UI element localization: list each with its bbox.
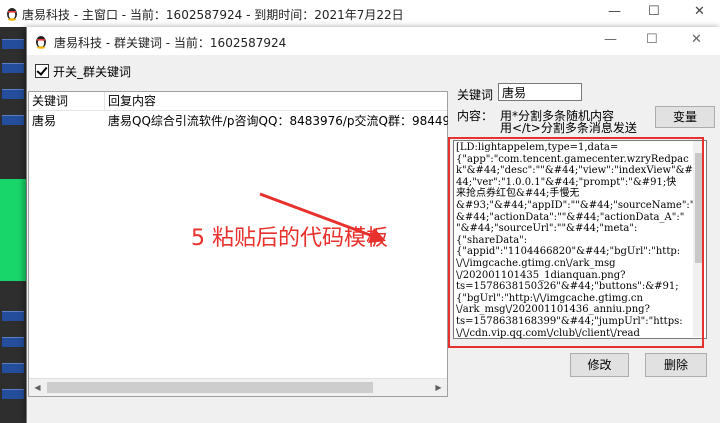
keyword-switch-label: 开关_群关键词 (53, 64, 132, 79)
keyword-switch[interactable]: 开关_群关键词 (35, 62, 131, 80)
dialog-close-button[interactable]: ✕ (691, 32, 702, 47)
dialog-maximize-button[interactable]: ☐ (646, 32, 658, 47)
reply-content-textarea[interactable]: [LD:lightappelem,type=1,data= {"app":"co… (453, 140, 707, 339)
reply-content-text: [LD:lightappelem,type=1,data= {"app":"co… (456, 142, 699, 339)
row-keyword: 唐易 (32, 114, 57, 128)
main-side-highlight (0, 179, 26, 281)
app-logo-icon (7, 8, 17, 21)
main-title-bar[interactable]: 唐易科技 - 主窗口 - 当前：1602587924 - 到期时间：2021年7… (0, 0, 720, 28)
hint-multi-message: 用</t>分割多条消息发送 (500, 121, 637, 135)
keyword-input[interactable]: 唐易 (498, 83, 582, 101)
scrollbar-thumb[interactable] (695, 153, 702, 263)
content-label: 内容： (457, 109, 494, 123)
main-minimize-button[interactable]: — (608, 4, 621, 19)
main-side-item[interactable] (2, 89, 24, 99)
table-row[interactable]: 唐易 唐易QQ综合引流软件/p咨询QQ：8483976/p交流Q群：984498… (29, 112, 448, 130)
app-logo-icon (36, 36, 46, 49)
main-side-item[interactable] (2, 337, 24, 347)
main-window-title: 唐易科技 - 主窗口 - 当前：1602587924 - 到期时间：2021年7… (22, 8, 404, 22)
main-close-button[interactable]: ✕ (694, 4, 705, 19)
column-header-keyword[interactable]: 关键词 (29, 92, 105, 110)
annotation-label: 5 粘贴后的代码模板 (191, 226, 388, 251)
keyword-list-header: 关键词 回复内容 (29, 92, 447, 111)
scroll-left-icon[interactable]: ◀ (29, 379, 46, 396)
list-horizontal-scrollbar[interactable]: ◀ ▶ (29, 378, 447, 396)
keyword-label: 关键词 (457, 88, 494, 102)
dialog-title-bar[interactable]: 唐易科技 - 群关键词 - 当前：1602587924 — ☐ ✕ (27, 27, 720, 55)
dialog-title: 唐易科技 - 群关键词 - 当前：1602587924 (54, 36, 287, 50)
scrollbar-thumb[interactable] (47, 382, 373, 393)
edit-button[interactable]: 修改 (570, 353, 629, 377)
row-reply: 唐易QQ综合引流软件/p咨询QQ：8483976/p交流Q群：984498945… (108, 114, 448, 128)
variable-button[interactable]: 变量 (655, 106, 715, 128)
dialog-minimize-button[interactable]: — (604, 32, 617, 47)
main-side-panel (0, 27, 26, 423)
main-side-item[interactable] (2, 115, 24, 125)
main-side-item[interactable] (2, 39, 24, 49)
scroll-right-icon[interactable]: ▶ (430, 379, 447, 396)
main-maximize-button[interactable]: ☐ (648, 4, 660, 19)
main-side-item[interactable] (2, 311, 24, 321)
main-side-item[interactable] (2, 363, 24, 373)
content-vertical-scrollbar[interactable] (693, 141, 704, 337)
keyword-switch-checkbox[interactable] (35, 64, 49, 78)
column-header-reply[interactable]: 回复内容 (105, 92, 446, 110)
main-side-item[interactable] (2, 389, 24, 399)
main-side-item[interactable] (2, 63, 24, 73)
delete-button[interactable]: 删除 (645, 353, 707, 377)
